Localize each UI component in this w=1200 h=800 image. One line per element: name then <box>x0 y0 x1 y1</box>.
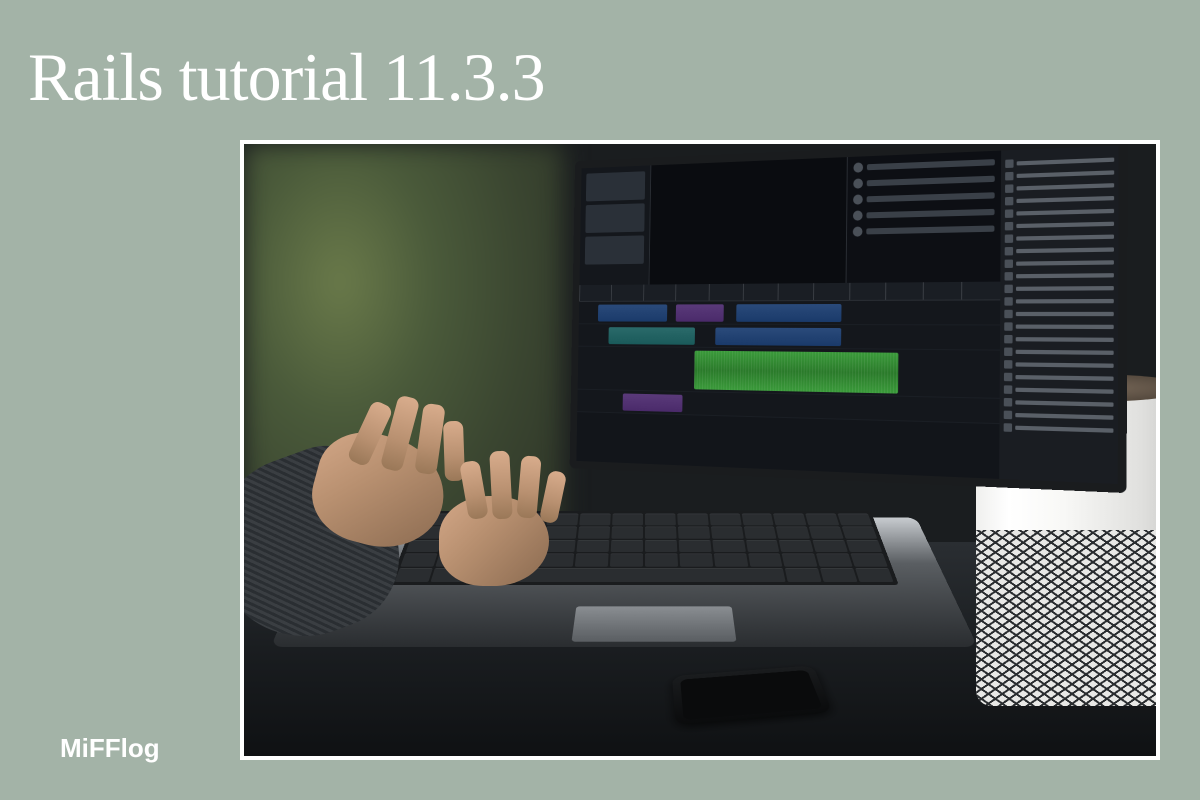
timeline <box>576 281 1000 479</box>
video-track <box>579 300 1000 325</box>
mug-pattern <box>976 530 1160 706</box>
media-bin <box>579 165 650 284</box>
effects-panel <box>999 146 1119 484</box>
photo-scene <box>244 144 1156 756</box>
media-thumb <box>585 235 644 264</box>
timeline-ruler <box>579 281 1000 301</box>
right-hand <box>429 456 629 616</box>
brand-logo: MiFFlog <box>60 733 160 764</box>
controls-panel <box>846 151 1001 283</box>
media-thumb <box>586 171 645 201</box>
laptop-screen <box>570 140 1128 493</box>
video-editor-ui <box>576 146 1118 484</box>
media-thumb <box>585 203 644 233</box>
page-title: Rails tutorial 11.3.3 <box>28 38 545 117</box>
finger <box>516 455 541 519</box>
video-preview <box>648 157 847 284</box>
finger <box>489 451 513 520</box>
hero-photo <box>240 140 1160 760</box>
editor-preview-row <box>579 151 1001 285</box>
finger <box>539 470 567 525</box>
